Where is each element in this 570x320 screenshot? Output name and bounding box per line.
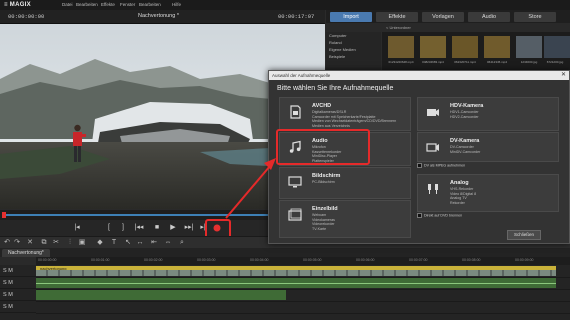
annotation-arrow	[225, 158, 276, 219]
